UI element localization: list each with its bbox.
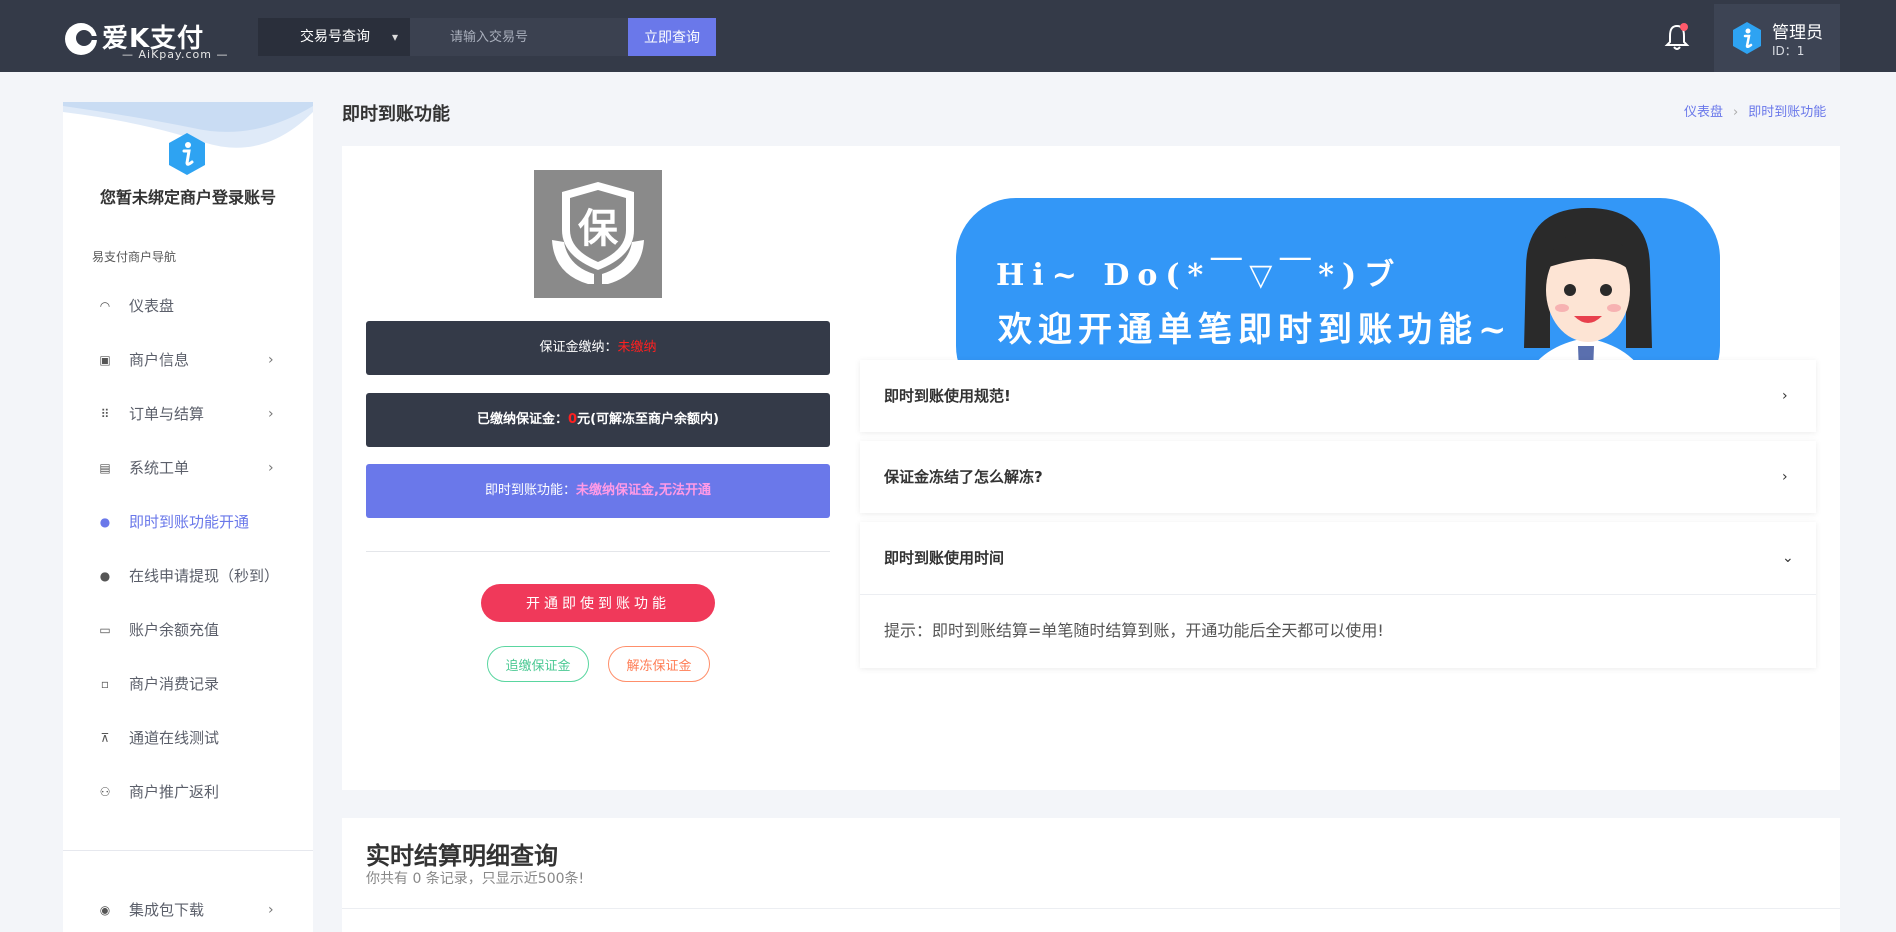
sidebar-item-label: 仪表盘 <box>129 297 175 315</box>
speedometer-icon: ◠ <box>99 299 111 313</box>
sidebar-divider <box>63 850 313 851</box>
sidebar-item-label: 系统工单 <box>129 459 190 477</box>
sidebar-item-label: 即时到账功能开通 <box>129 513 250 531</box>
search-button[interactable]: 立即查询 <box>628 18 716 56</box>
sidebar-item-dashboard[interactable]: ◠ 仪表盘 <box>63 286 313 326</box>
sidebar-item-label: 商户推广返利 <box>129 783 220 801</box>
users-icon: ⚇ <box>99 785 111 799</box>
chevron-down-icon: ⌄ <box>1782 550 1794 566</box>
sidebar-item-instant-settlement[interactable]: ● 即时到账功能开通 <box>63 502 313 542</box>
logo[interactable]: 爱K支付 — AiKpay.com — <box>62 18 240 61</box>
open-instant-button[interactable]: 开通即使到账功能 <box>481 584 715 622</box>
chevron-right-icon: › <box>1782 388 1788 404</box>
logo-icon <box>65 23 100 55</box>
deposit-amount-value: 0 <box>568 412 578 427</box>
chevron-right-icon: › <box>1782 469 1788 485</box>
sidebar-item-label: 通道在线测试 <box>129 729 220 747</box>
breadcrumb-separator: › <box>1733 105 1739 120</box>
check-circle-icon: ● <box>99 569 111 583</box>
chevron-right-icon: › <box>268 352 274 368</box>
shield-char: 保 <box>578 206 619 252</box>
chevron-right-icon: › <box>268 460 274 476</box>
page-title: 即时到账功能 <box>342 104 450 125</box>
faq-answer: 提示：即时到账结算=单笔随时结算到账，开通功能后全天都可以使用! <box>884 621 1384 640</box>
sidebar-item-label: 集成包下载 <box>129 901 205 919</box>
section-divider <box>366 551 830 552</box>
deposit-status-value: 未缴纳 <box>617 340 657 355</box>
records-divider <box>342 908 1840 909</box>
user-id: ID：1 <box>1772 44 1805 58</box>
deposit-status-label: 保证金缴纳： <box>539 340 618 355</box>
sidebar-item-channel-test[interactable]: ⊼ 通道在线测试 <box>63 718 313 758</box>
sidebar-item-tickets[interactable]: ▤ 系统工单 › <box>63 448 313 488</box>
sidebar-item-orders[interactable]: ⠿ 订单与结算 › <box>63 394 313 434</box>
flask-icon: ⊼ <box>100 731 110 745</box>
id-card-icon: ▣ <box>99 353 111 367</box>
banner-welcome: 欢迎开通单笔即时到账功能~ <box>998 310 1513 350</box>
deposit-status-bar: 保证金缴纳：未缴纳 <box>366 321 830 375</box>
chevron-right-icon: › <box>268 406 274 422</box>
sidebar-item-recharge[interactable]: ▭ 账户余额充值 <box>63 610 313 650</box>
add-deposit-button[interactable]: 追缴保证金 <box>487 646 589 682</box>
sidebar-item-referral[interactable]: ⚇ 商户推广返利 <box>63 772 313 812</box>
notification-dot <box>1680 23 1688 31</box>
sidebar-item-merchant-info[interactable]: ▣ 商户信息 › <box>63 340 313 380</box>
chevron-down-icon: ▾ <box>392 30 399 44</box>
check-circle-icon: ● <box>99 515 111 529</box>
sidebar-item-label: 商户信息 <box>129 351 190 369</box>
sidebar-item-withdraw[interactable]: ● 在线申请提现（秒到） <box>63 556 313 596</box>
disc-icon: ◉ <box>99 903 111 917</box>
deposit-amount-suffix: 元(可解冻至商户余额内) <box>577 412 719 427</box>
search-type-select[interactable]: 交易号查询 ▾ <box>258 18 410 56</box>
unfreeze-deposit-button[interactable]: 解冻保证金 <box>608 646 710 682</box>
instant-status-value: 未缴纳保证金,无法开通 <box>576 483 711 498</box>
brand-sub: — AiKpay.com — <box>122 48 229 61</box>
sidebar-section-title: 易支付商户导航 <box>92 250 177 264</box>
grid-icon: ⠿ <box>100 407 110 421</box>
money-icon: ▫ <box>100 677 110 691</box>
instant-status-label: 即时到账功能： <box>485 483 577 498</box>
deposit-amount-label: 已缴纳保证金： <box>477 412 569 427</box>
records-card: 实时结算明细查询 你共有 0 条记录，只显示近500条! <box>342 818 1840 932</box>
instant-settlement-card: 保 保证金缴纳：未缴纳 已缴纳保证金：0元(可解冻至商户余额内) 即时到账功能：… <box>342 146 1840 790</box>
breadcrumb: 仪表盘 › 即时到账功能 <box>1684 101 1826 120</box>
chevron-right-icon: › <box>268 902 274 918</box>
sidebar-item-sdk-download[interactable]: ◉ 集成包下载 › <box>63 890 313 930</box>
instant-status-bar: 即时到账功能：未缴纳保证金,无法开通 <box>366 464 830 518</box>
notification-bell-icon[interactable] <box>1664 22 1690 52</box>
user-menu[interactable]: 管理员 ID：1 <box>1714 4 1840 72</box>
faq-question: 即时到账使用时间 <box>884 549 1005 567</box>
wallet-icon: ▭ <box>99 623 111 637</box>
sidebar: 您暂未绑定商户登录账号 易支付商户导航 ◠ 仪表盘 ▣ 商户信息 › ⠿ 订单与… <box>63 102 313 932</box>
deposit-amount-bar: 已缴纳保证金：0元(可解冻至商户余额内) <box>366 393 830 447</box>
breadcrumb-current: 即时到账功能 <box>1748 105 1827 120</box>
sidebar-item-label: 订单与结算 <box>129 405 205 423</box>
breadcrumb-home[interactable]: 仪表盘 <box>1684 105 1723 120</box>
sidebar-item-label: 在线申请提现（秒到） <box>129 567 280 585</box>
user-name: 管理员 <box>1772 23 1823 43</box>
records-summary: 你共有 0 条记录，只显示近500条! <box>366 871 585 887</box>
unbound-notice: 您暂未绑定商户登录账号 <box>99 188 276 207</box>
faq-question: 保证金冻结了怎么解冻? <box>884 468 1043 486</box>
sidebar-item-consumption[interactable]: ▫ 商户消费记录 <box>63 664 313 704</box>
avatar <box>1733 22 1761 54</box>
faq-item-usage-time[interactable]: 即时到账使用时间 ⌄ 提示：即时到账结算=单笔随时结算到账，开通功能后全天都可以… <box>860 522 1816 668</box>
sidebar-item-label: 商户消费记录 <box>129 675 220 693</box>
records-title: 实时结算明细查询 <box>366 842 558 870</box>
search-type-label: 交易号查询 <box>300 29 370 45</box>
info-hexagon-icon <box>169 133 205 175</box>
faq-question: 即时到账使用规范! <box>884 387 1011 405</box>
sidebar-item-label: 账户余额充值 <box>129 621 220 639</box>
banner-greeting: Hi~ Do(*￣▽￣*)ブ <box>996 258 1403 293</box>
shield-hands-icon: 保 <box>534 170 662 298</box>
faq-item-usage-rules[interactable]: 即时到账使用规范! › <box>860 360 1816 432</box>
faq-item-unfreeze[interactable]: 保证金冻结了怎么解冻? › <box>860 441 1816 513</box>
ticket-icon: ▤ <box>99 461 111 475</box>
search-input[interactable] <box>410 18 628 56</box>
top-bar: 爱K支付 — AiKpay.com — 交易号查询 ▾ 立即查询 管理员 ID：… <box>0 0 1896 72</box>
